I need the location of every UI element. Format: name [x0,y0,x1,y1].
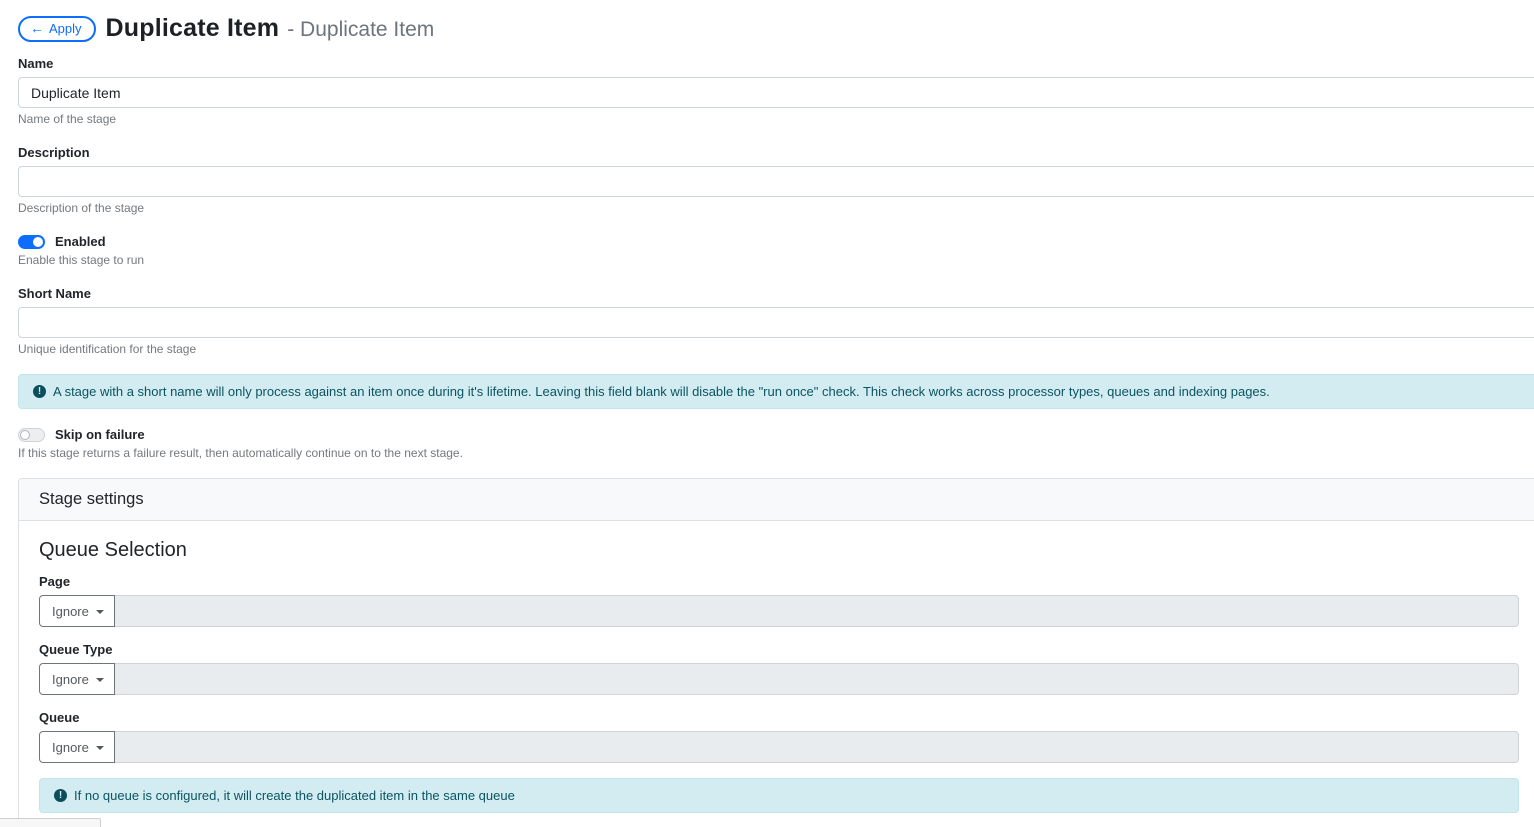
toggle-knob [20,429,30,440]
queue-info-text: If no queue is configured, it will creat… [74,788,515,803]
caret-down-icon [95,746,104,750]
name-help-text: Name of the stage [18,112,117,126]
page-title: Duplicate Item [105,14,280,42]
browser-status-bar [0,818,101,827]
caret-down-icon [95,678,104,682]
queue-ignore-dropdown[interactable]: Ignore [39,731,115,763]
stage-settings-card-header: Stage settings [19,479,1534,521]
enabled-label: Enabled [55,234,106,249]
name-field-group: Name Name of the stage [18,56,1534,126]
description-input[interactable] [18,166,1534,197]
short-name-input[interactable] [18,307,1534,338]
description-field-group: Description Description of the stage [18,145,1534,215]
page-header: ← Apply Duplicate Item - Duplicate Item [18,14,1534,43]
skip-on-failure-label: Skip on failure [55,427,145,442]
back-apply-button[interactable]: ← Apply [18,15,96,42]
description-label: Description [18,145,90,160]
queue-type-selector-group: Queue Type Ignore [39,642,1519,695]
description-help-text: Description of the stage [18,201,145,215]
skip-on-failure-help-text: If this stage returns a failure result, … [18,446,463,460]
skip-on-failure-toggle[interactable] [18,427,45,442]
enabled-help-text: Enable this stage to run [18,253,145,267]
queue-type-label: Queue Type [39,642,113,657]
short-name-info-alert: ! A stage with a short name will only pr… [18,374,1534,409]
info-circle-icon: ! [33,385,46,398]
page-label: Page [39,574,71,589]
enabled-toggle[interactable] [18,234,45,249]
enabled-field-group: Enabled Enable this stage to run [18,234,1534,267]
queue-selection-heading: Queue Selection [39,539,187,561]
page-ignore-dropdown[interactable]: Ignore [39,595,115,627]
queue-dropdown-label: Ignore [52,739,89,755]
queue-type-ignore-dropdown[interactable]: Ignore [39,663,115,695]
page-value-field [114,595,1519,627]
queue-value-field [114,731,1519,763]
queue-info-alert: ! If no queue is configured, it will cre… [39,778,1519,813]
info-circle-icon: ! [54,789,67,802]
toggle-knob [33,236,43,247]
name-input[interactable] [18,77,1534,108]
page-dropdown-label: Ignore [52,603,89,619]
short-name-field-group: Short Name Unique identification for the… [18,286,1534,356]
back-apply-label: Apply [49,20,82,36]
back-arrow-icon: ← [30,20,44,36]
skip-on-failure-field-group: Skip on failure If this stage returns a … [18,427,1534,460]
short-name-info-text: A stage with a short name will only proc… [53,384,1270,399]
stage-settings-card: Stage settings Queue Selection Page Igno… [18,478,1534,827]
queue-selector-group: Queue Ignore [39,710,1519,763]
short-name-help-text: Unique identification for the stage [18,342,197,356]
queue-type-value-field [114,663,1519,695]
page-subtitle: - Duplicate Item [287,17,435,41]
stage-settings-card-body: Queue Selection Page Ignore Queue Type I… [19,521,1534,827]
short-name-label: Short Name [18,286,91,301]
name-label: Name [18,56,54,71]
queue-type-dropdown-label: Ignore [52,671,89,687]
stage-config-page: ← Apply Duplicate Item - Duplicate Item … [0,0,1534,827]
caret-down-icon [95,610,104,614]
queue-label: Queue [39,710,80,725]
page-selector-group: Page Ignore [39,574,1519,627]
